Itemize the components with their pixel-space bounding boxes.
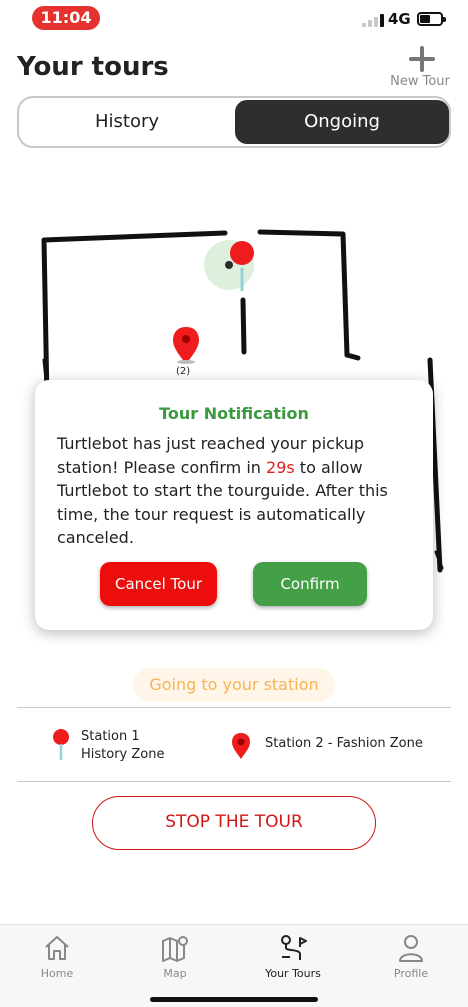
stop-tour-button[interactable]: STOP THE TOUR [92,796,376,850]
profile-icon [399,935,423,962]
cancel-tour-button[interactable]: Cancel Tour [100,562,217,606]
station-1-item: Station 1 History Zone [52,728,212,768]
confirm-button[interactable]: Confirm [253,562,367,606]
new-tour-button[interactable]: New Tour [390,44,454,92]
station-2-label: Station 2 - Fashion Zone [265,736,423,751]
station-1-zone: History Zone [81,747,165,762]
page-title: Your tours [17,52,169,82]
pin-icon [53,729,69,760]
network-type: 4G [388,10,411,28]
status-bar: 11:04 4G [0,0,468,36]
nav-your-tours[interactable]: Your Tours [248,933,338,980]
map-icon [162,936,188,962]
tab-ongoing[interactable]: Ongoing [235,100,449,144]
station-1-name: Station 1 [81,729,140,744]
home-icon [45,936,69,960]
notification-message: Turtlebot has just reached your pickup s… [57,432,417,550]
home-indicator [150,997,318,1002]
pin-icon [173,327,199,364]
nav-home[interactable]: Home [12,933,102,980]
map-marker-label: (2) [176,366,191,377]
nav-home-label: Home [40,967,74,980]
nav-map-label: Map [163,967,187,980]
nav-profile-label: Profile [393,967,429,980]
pin-icon [232,733,250,759]
tab-history[interactable]: History [19,98,235,146]
nav-profile[interactable]: Profile [366,933,456,980]
countdown-timer: 29s [266,457,295,477]
nav-your-tours-label: Your Tours [265,967,321,980]
route-icon [281,935,307,960]
station-2-item: Station 2 - Fashion Zone [231,732,431,762]
status-time: 11:04 [32,6,100,30]
bottom-navigation: Home Map Your Tours Profile [0,924,468,1007]
tour-status-badge: Going to your station [133,668,335,702]
station-1-label: Station 1 History Zone [81,728,164,764]
divider [17,707,451,708]
battery-icon [417,12,446,26]
plus-icon [407,44,437,74]
divider [17,781,451,782]
notification-title: Tour Notification [159,404,309,423]
new-tour-label: New Tour [390,74,450,89]
nav-map[interactable]: Map [130,933,220,980]
tour-notification-dialog: Tour Notification Turtlebot has just rea… [35,380,433,630]
tour-tabs: History Ongoing [17,96,451,148]
signal-icon [362,13,384,27]
